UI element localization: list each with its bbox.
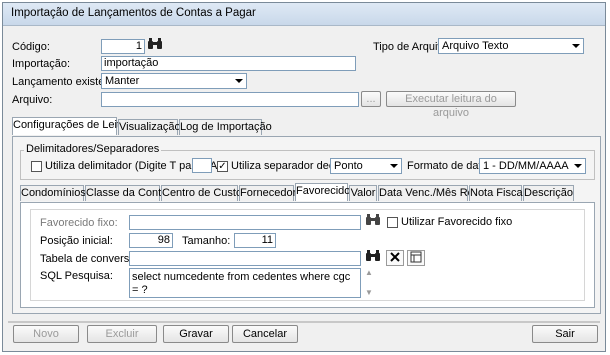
tabela-conversao-field[interactable] — [129, 251, 361, 266]
sair-button[interactable]: Sair — [532, 325, 598, 343]
utiliza-separador-checkbox[interactable]: ✓ — [217, 161, 228, 172]
formato-data-value: 1 - DD/MM/AAAA — [483, 160, 569, 172]
main-tab-bar: Configurações de Leitura Visualização Lo… — [12, 117, 602, 136]
tab-data-venc[interactable]: Data Venc./Mês Ref. — [378, 185, 480, 201]
favorecido-fixo-label: Favorecido fixo: — [40, 217, 118, 229]
lancamento-select[interactable]: Manter — [101, 73, 247, 89]
utilizar-favorecido-fixo-label: Utilizar Favorecido fixo — [401, 216, 513, 228]
separador-select[interactable]: Ponto — [330, 158, 402, 174]
tamanho-label: Tamanho: — [182, 235, 231, 247]
tab-classe-conta[interactable]: Classe da Conta — [85, 185, 167, 201]
codigo-label: Código: — [12, 41, 50, 53]
gravar-button[interactable]: Gravar — [163, 325, 229, 343]
delimitador-field[interactable] — [192, 158, 212, 173]
tab-descricao[interactable]: Descrição — [523, 185, 574, 201]
codigo-field[interactable]: 1 — [101, 39, 145, 54]
tipo-arquivo-select[interactable]: Arquivo Texto — [438, 38, 584, 54]
chevron-down-icon — [569, 39, 583, 53]
table-edit-icon — [410, 251, 422, 263]
tab-valor[interactable]: Valor — [349, 185, 377, 201]
scroll-up-icon[interactable]: ▲ — [365, 268, 373, 277]
codigo-search-button[interactable] — [146, 38, 164, 54]
arquivo-field[interactable] — [101, 92, 359, 107]
novo-button[interactable]: Novo — [13, 325, 79, 343]
binoculars-icon — [366, 214, 380, 225]
tab-centro-custos[interactable]: Centro de Custos — [161, 185, 248, 201]
arquivo-label: Arquivo: — [12, 94, 53, 106]
executar-leitura-button[interactable]: Executar leitura do arquivo — [386, 91, 516, 119]
tab-nota-fiscal[interactable]: Nota Fiscal — [469, 185, 525, 201]
tamanho-field[interactable]: 11 — [234, 233, 276, 248]
title-bar: Importação de Lançamentos de Contas a Pa… — [3, 3, 605, 26]
tab-visualizacao[interactable]: Visualização — [118, 119, 181, 135]
scroll-down-icon[interactable]: ▼ — [365, 288, 373, 297]
tabela-clear-button[interactable] — [386, 250, 404, 266]
separador-value: Ponto — [334, 160, 363, 172]
posicao-inicial-field[interactable]: 98 — [129, 233, 173, 248]
tab-favorecido[interactable]: Favorecido — [295, 183, 350, 201]
delimitadores-group-label: Delimitadores/Separadores — [24, 143, 162, 155]
browse-button[interactable]: ... — [361, 91, 381, 107]
sub-tab-bar: Condomínios Classe da Conta Centro de Cu… — [20, 183, 595, 202]
chevron-down-icon — [571, 159, 585, 173]
tabela-search-button[interactable] — [364, 250, 382, 266]
favorecido-fixo-field[interactable] — [129, 215, 361, 230]
tab-configuracoes-leitura[interactable]: Configurações de Leitura — [12, 117, 136, 135]
tab-condominios[interactable]: Condomínios — [20, 185, 86, 201]
cancelar-button[interactable]: Cancelar — [232, 325, 298, 343]
lancamento-value: Manter — [105, 75, 140, 87]
footer-divider — [8, 321, 600, 323]
importacao-label: Importação: — [12, 58, 71, 70]
formato-data-select[interactable]: 1 - DD/MM/AAAA — [479, 158, 586, 174]
chevron-down-icon — [387, 159, 401, 173]
close-icon — [390, 252, 400, 262]
tab-fornecedor[interactable]: Fornecedor — [239, 185, 296, 201]
binoculars-icon — [148, 38, 162, 49]
excluir-button[interactable]: Excluir — [87, 325, 157, 343]
tabela-edit-button[interactable] — [407, 250, 425, 266]
posicao-inicial-label: Posição inicial: — [40, 235, 113, 247]
importacao-field[interactable]: importação — [101, 56, 356, 71]
tab-log-importacao[interactable]: Log de Importação — [179, 119, 272, 135]
binoculars-icon — [366, 250, 380, 261]
utiliza-delimitador-checkbox[interactable] — [31, 161, 42, 172]
tipo-arquivo-value: Arquivo Texto — [442, 40, 509, 52]
chevron-down-icon — [232, 74, 246, 88]
favorecido-search-button[interactable] — [364, 214, 382, 230]
utilizar-favorecido-fixo-checkbox[interactable] — [387, 217, 398, 228]
sql-pesquisa-label: SQL Pesquisa: — [40, 270, 113, 282]
import-window: Importação de Lançamentos de Contas a Pa… — [2, 2, 606, 352]
sql-pesquisa-textarea[interactable]: select numcedente from cedentes where cg… — [129, 268, 361, 298]
window-title: Importação de Lançamentos de Contas a Pa… — [11, 7, 256, 19]
